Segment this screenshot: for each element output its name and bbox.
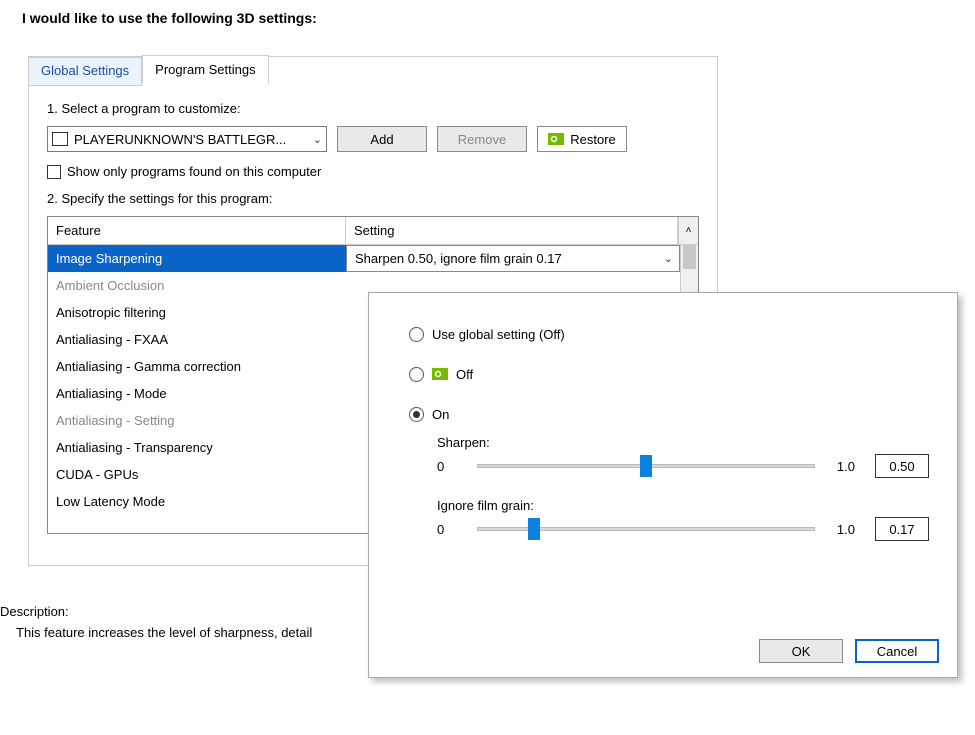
scroll-up-button[interactable]: ˄ bbox=[678, 217, 698, 244]
checkbox-icon[interactable] bbox=[47, 165, 61, 179]
chevron-down-icon: ⌄ bbox=[313, 133, 322, 146]
radio-icon[interactable] bbox=[409, 367, 424, 382]
feature-name: Antialiasing - Setting bbox=[48, 407, 346, 434]
feature-name: Ambient Occlusion bbox=[48, 272, 346, 299]
slider-min: 0 bbox=[437, 459, 465, 474]
ok-button[interactable]: OK bbox=[759, 639, 843, 663]
tab-global-settings[interactable]: Global Settings bbox=[28, 57, 142, 86]
chevron-down-icon: ⌄ bbox=[664, 252, 673, 265]
feature-name: Antialiasing - Transparency bbox=[48, 434, 346, 461]
radio-off[interactable]: Off bbox=[409, 363, 929, 385]
feature-name: Image Sharpening bbox=[48, 245, 346, 272]
restore-button[interactable]: Restore bbox=[537, 126, 627, 152]
grain-label: Ignore film grain: bbox=[437, 498, 929, 513]
feature-name: CUDA - GPUs bbox=[48, 461, 346, 488]
slider-thumb[interactable] bbox=[528, 518, 540, 540]
sharpen-label: Sharpen: bbox=[437, 435, 929, 450]
grain-value[interactable]: 0.17 bbox=[875, 517, 929, 541]
nvidia-icon bbox=[548, 133, 564, 145]
table-header: Feature Setting ˄ bbox=[48, 217, 698, 245]
sharpening-popup: Use global setting (Off) Off On Sharpen:… bbox=[368, 292, 958, 678]
slider-max: 1.0 bbox=[827, 522, 855, 537]
add-button[interactable]: Add bbox=[337, 126, 427, 152]
remove-button: Remove bbox=[437, 126, 527, 152]
program-row: PLAYERUNKNOWN'S BATTLEGR... ⌄ Add Remove… bbox=[47, 126, 699, 152]
popup-button-row: OK Cancel bbox=[759, 639, 939, 663]
setting-value: Sharpen 0.50, ignore film grain 0.17 bbox=[355, 251, 562, 266]
show-only-checkbox-row[interactable]: Show only programs found on this compute… bbox=[47, 164, 699, 179]
radio-icon[interactable] bbox=[409, 327, 424, 342]
tab-program-settings[interactable]: Program Settings bbox=[142, 55, 268, 84]
radio-use-global[interactable]: Use global setting (Off) bbox=[409, 323, 929, 345]
grain-slider[interactable] bbox=[477, 517, 815, 541]
cancel-button[interactable]: Cancel bbox=[855, 639, 939, 663]
grain-slider-row: 0 1.0 0.17 bbox=[437, 517, 929, 541]
radio-icon[interactable] bbox=[409, 407, 424, 422]
sharpen-slider-row: 0 1.0 0.50 bbox=[437, 454, 929, 478]
section-1-label: 1. Select a program to customize: bbox=[47, 101, 699, 116]
header-setting[interactable]: Setting bbox=[346, 217, 678, 244]
radio-on[interactable]: On bbox=[409, 403, 929, 425]
feature-name: Low Latency Mode bbox=[48, 488, 346, 515]
chevron-up-icon: ˄ bbox=[686, 225, 692, 236]
slider-min: 0 bbox=[437, 522, 465, 537]
slider-thumb[interactable] bbox=[640, 455, 652, 477]
feature-name: Anisotropic filtering bbox=[48, 299, 346, 326]
feature-name: Antialiasing - Mode bbox=[48, 380, 346, 407]
checkbox-label: Show only programs found on this compute… bbox=[67, 164, 321, 179]
feature-name: Antialiasing - Gamma correction bbox=[48, 353, 346, 380]
program-dropdown[interactable]: PLAYERUNKNOWN'S BATTLEGR... ⌄ bbox=[47, 126, 327, 152]
restore-label: Restore bbox=[570, 132, 616, 147]
slider-max: 1.0 bbox=[827, 459, 855, 474]
feature-setting-dropdown[interactable]: Sharpen 0.50, ignore film grain 0.17 ⌄ bbox=[346, 245, 680, 272]
on-controls: Sharpen: 0 1.0 0.50 Ignore film grain: 0… bbox=[437, 435, 929, 541]
radio-label: Use global setting (Off) bbox=[432, 327, 565, 342]
header-feature[interactable]: Feature bbox=[48, 217, 346, 244]
program-selected-text: PLAYERUNKNOWN'S BATTLEGR... bbox=[74, 132, 307, 147]
section-2-label: 2. Specify the settings for this program… bbox=[47, 191, 699, 206]
program-icon bbox=[52, 132, 68, 146]
sharpen-value[interactable]: 0.50 bbox=[875, 454, 929, 478]
scroll-thumb[interactable] bbox=[683, 245, 696, 269]
nvidia-icon bbox=[432, 368, 448, 380]
table-row[interactable]: Image Sharpening Sharpen 0.50, ignore fi… bbox=[48, 245, 680, 272]
sharpen-slider[interactable] bbox=[477, 454, 815, 478]
tab-bar: Global Settings Program Settings bbox=[28, 56, 269, 85]
radio-label: Off bbox=[456, 367, 473, 382]
radio-label: On bbox=[432, 407, 449, 422]
page-title: I would like to use the following 3D set… bbox=[0, 0, 975, 26]
feature-name: Antialiasing - FXAA bbox=[48, 326, 346, 353]
